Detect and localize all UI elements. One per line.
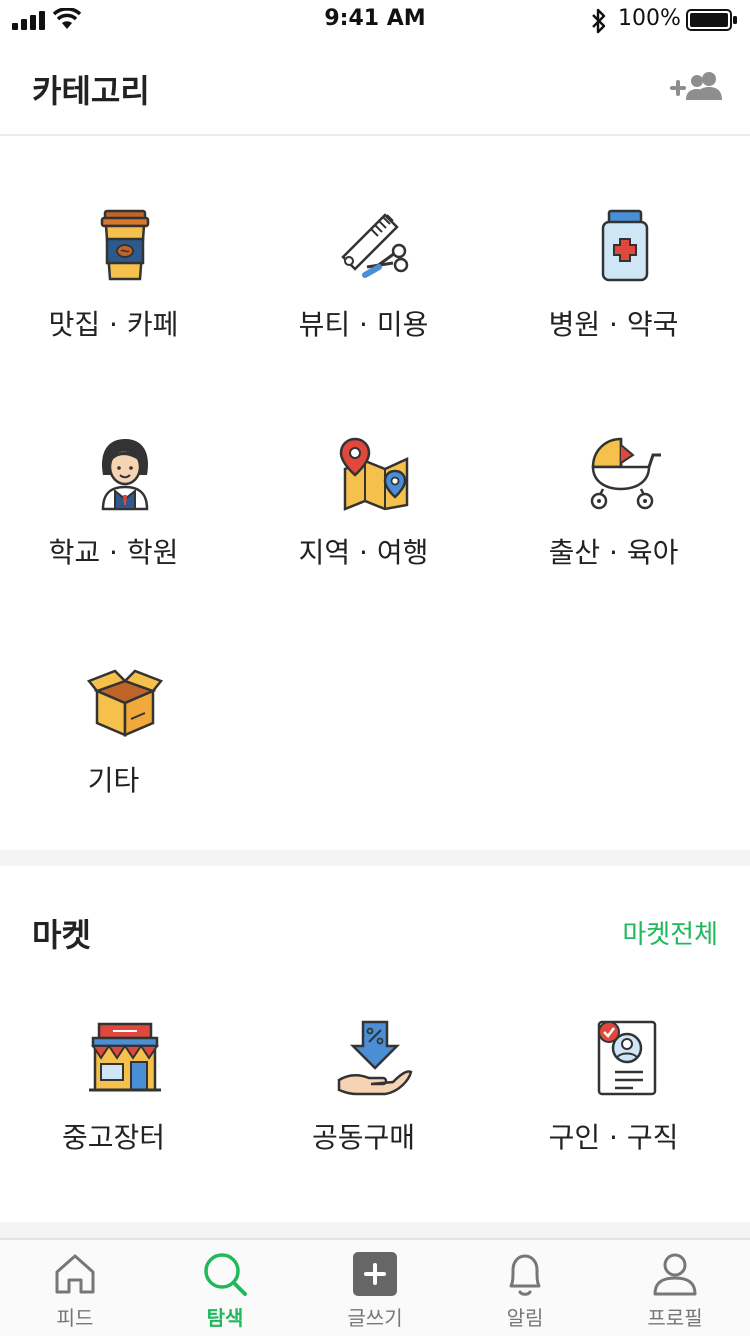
tab-label: 글쓰기 bbox=[347, 1306, 403, 1330]
write-icon bbox=[353, 1252, 397, 1296]
tab-feed[interactable]: 피드 bbox=[0, 1240, 150, 1336]
market-label: 공동구매 bbox=[311, 1121, 416, 1154]
header: 카테고리 bbox=[0, 40, 750, 136]
category-label: 지역 · 여행 bbox=[298, 536, 429, 569]
tab-write[interactable]: 글쓰기 bbox=[300, 1240, 450, 1336]
bluetooth-icon bbox=[592, 8, 606, 34]
category-label: 출산 · 육아 bbox=[548, 536, 679, 569]
resume-icon bbox=[597, 1020, 657, 1096]
category-label: 기타 bbox=[87, 764, 140, 797]
store-icon bbox=[89, 1022, 161, 1092]
stroller-icon bbox=[590, 437, 661, 510]
tab-profile[interactable]: 프로필 bbox=[600, 1240, 750, 1336]
category-label: 뷰티 · 미용 bbox=[298, 308, 429, 341]
page-title: 카테고리 bbox=[32, 72, 150, 110]
comb-scissors-icon bbox=[341, 213, 409, 278]
category-beauty[interactable]: 뷰티 · 미용 bbox=[250, 205, 500, 405]
status-bar: 9:41 AM 100% bbox=[0, 0, 750, 40]
battery-percent: 100% bbox=[618, 6, 681, 31]
market-label: 중고장터 bbox=[61, 1121, 166, 1154]
discount-hand-icon bbox=[337, 1020, 413, 1096]
market-item-used-goods[interactable]: 중고장터 bbox=[0, 1018, 250, 1218]
category-etc[interactable]: 기타 bbox=[0, 661, 250, 861]
box-icon bbox=[86, 669, 164, 737]
market-section-title: 마켓 bbox=[32, 916, 91, 954]
market-item-group-buy[interactable]: 공동구매 bbox=[250, 1018, 500, 1218]
market-item-jobs[interactable]: 구인 · 구직 bbox=[500, 1018, 750, 1218]
category-grid: 맛집 · 카페 뷰티 · 미용 병원 · 약국 학교 · 학원 지역 · 여행 … bbox=[0, 205, 750, 825]
tab-explore[interactable]: 탐색 bbox=[150, 1240, 300, 1336]
category-label: 맛집 · 카페 bbox=[48, 308, 179, 341]
map-pin-icon bbox=[339, 437, 409, 511]
category-label: 학교 · 학원 bbox=[48, 536, 179, 569]
home-icon bbox=[55, 1254, 95, 1294]
market-see-all-link[interactable]: 마켓전체 bbox=[622, 914, 718, 951]
tab-label: 탐색 bbox=[206, 1306, 244, 1330]
market-label: 구인 · 구직 bbox=[548, 1121, 679, 1154]
tab-label: 프로필 bbox=[647, 1306, 703, 1330]
market-grid: 중고장터 공동구매 구인 · 구직 bbox=[0, 1018, 750, 1198]
medicine-bottle-icon bbox=[601, 209, 649, 282]
battery-icon bbox=[686, 9, 737, 31]
category-hospital[interactable]: 병원 · 약국 bbox=[500, 205, 750, 405]
tab-label: 알림 bbox=[506, 1306, 544, 1330]
add-friend-icon bbox=[670, 72, 722, 100]
bell-icon bbox=[509, 1254, 541, 1296]
category-local-travel[interactable]: 지역 · 여행 bbox=[250, 433, 500, 633]
student-icon bbox=[101, 439, 149, 511]
category-food-cafe[interactable]: 맛집 · 카페 bbox=[0, 205, 250, 405]
section-divider bbox=[0, 1222, 750, 1238]
add-friend-button[interactable] bbox=[670, 70, 724, 106]
category-label: 병원 · 약국 bbox=[548, 308, 679, 341]
tab-bar: 피드 탐색 글쓰기 알림 프로필 bbox=[0, 1238, 750, 1336]
section-divider bbox=[0, 850, 750, 866]
search-icon bbox=[204, 1253, 247, 1296]
category-parenting[interactable]: 출산 · 육아 bbox=[500, 433, 750, 633]
coffee-cup-icon bbox=[100, 209, 150, 281]
tab-label: 피드 bbox=[56, 1306, 94, 1330]
profile-icon bbox=[653, 1253, 697, 1296]
category-school[interactable]: 학교 · 학원 bbox=[0, 433, 250, 633]
tab-notifications[interactable]: 알림 bbox=[450, 1240, 600, 1336]
